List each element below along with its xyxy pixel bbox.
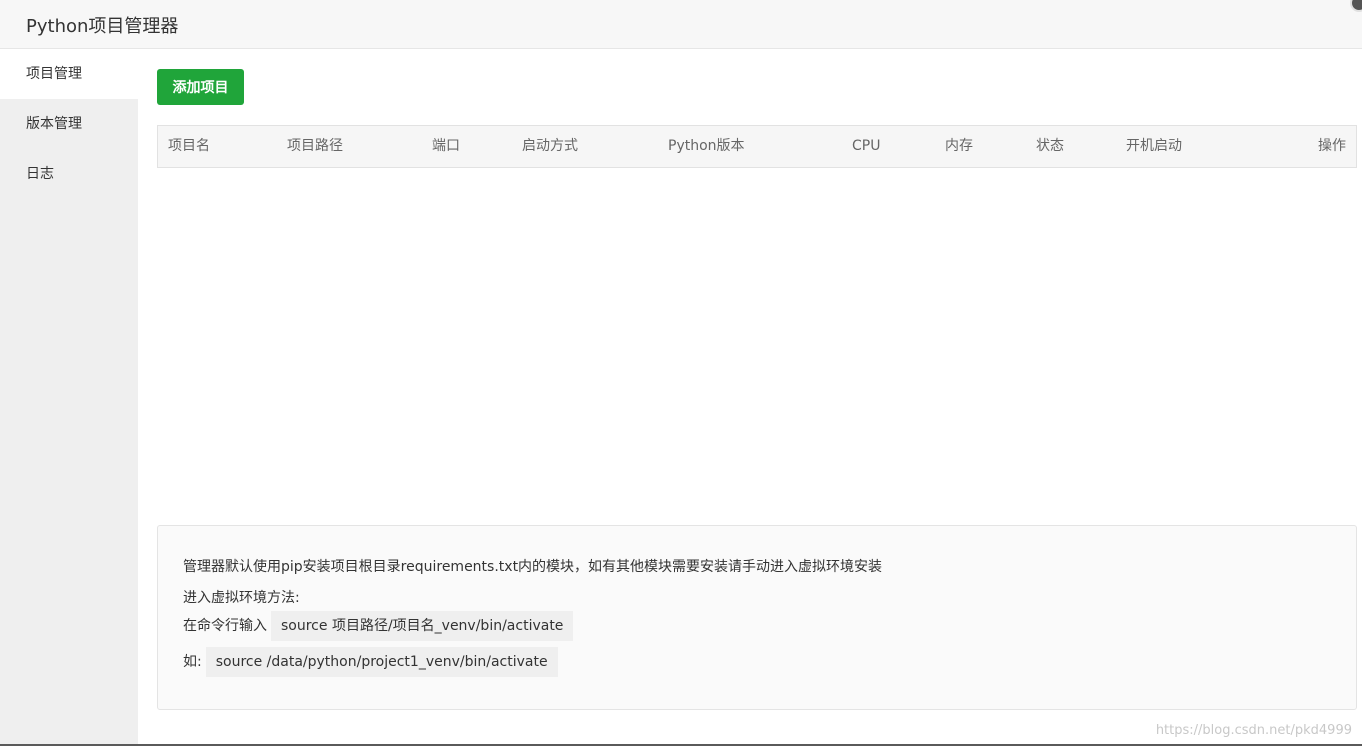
app-window: Python项目管理器 项目管理 版本管理 日志 添加项目 项目名 项目路径 端…	[0, 0, 1362, 746]
column-header-memory[interactable]: 内存	[945, 126, 973, 167]
table-header: 项目名 项目路径 端口 启动方式 Python版本 CPU 内存 状态 开机启动…	[157, 125, 1357, 168]
sidebar: 项目管理 版本管理 日志	[0, 49, 138, 746]
sidebar-item-version-manage[interactable]: 版本管理	[0, 99, 138, 149]
tip-venv-heading: 进入虚拟环境方法:	[183, 590, 300, 606]
sidebar-item-label: 版本管理	[26, 116, 82, 132]
column-header-status[interactable]: 状态	[1036, 126, 1064, 167]
code-snippet: source 项目路径/项目名_venv/bin/activate	[271, 611, 574, 641]
tip-command-prefix: 在命令行输入	[183, 618, 267, 634]
tip-example-line: 如: source /data/python/project1_venv/bin/…	[183, 647, 558, 677]
tips-panel: 管理器默认使用pip安装项目根目录requirements.txt内的模块，如有…	[157, 525, 1357, 710]
watermark: https://blog.csdn.net/pkd4999	[1155, 723, 1352, 738]
main-content: 添加项目 项目名 项目路径 端口 启动方式 Python版本 CPU 内存 状态…	[138, 49, 1362, 746]
window-title: Python项目管理器	[26, 16, 179, 37]
column-header-cpu[interactable]: CPU	[852, 126, 880, 167]
close-icon[interactable]	[1350, 0, 1362, 12]
title-bar: Python项目管理器	[0, 0, 1362, 49]
tip-command-line: 在命令行输入 source 项目路径/项目名_venv/bin/activate	[183, 611, 574, 641]
column-header-project-path[interactable]: 项目路径	[287, 126, 343, 167]
sidebar-item-label: 项目管理	[26, 66, 82, 82]
tip-example-prefix: 如:	[183, 654, 202, 670]
column-header-actions[interactable]: 操作	[1318, 126, 1346, 167]
code-snippet: source /data/python/project1_venv/bin/ac…	[205, 647, 558, 677]
column-header-python-version[interactable]: Python版本	[668, 126, 745, 167]
sidebar-item-label: 日志	[26, 166, 54, 182]
tip-pip-note: 管理器默认使用pip安装项目根目录requirements.txt内的模块，如有…	[183, 559, 883, 575]
column-header-start-mode[interactable]: 启动方式	[522, 126, 578, 167]
column-header-autostart[interactable]: 开机启动	[1126, 126, 1182, 167]
sidebar-item-log[interactable]: 日志	[0, 149, 138, 199]
column-header-port[interactable]: 端口	[432, 126, 460, 167]
sidebar-item-project-manage[interactable]: 项目管理	[0, 49, 138, 99]
column-header-project-name[interactable]: 项目名	[168, 126, 210, 167]
add-project-button[interactable]: 添加项目	[157, 69, 244, 105]
